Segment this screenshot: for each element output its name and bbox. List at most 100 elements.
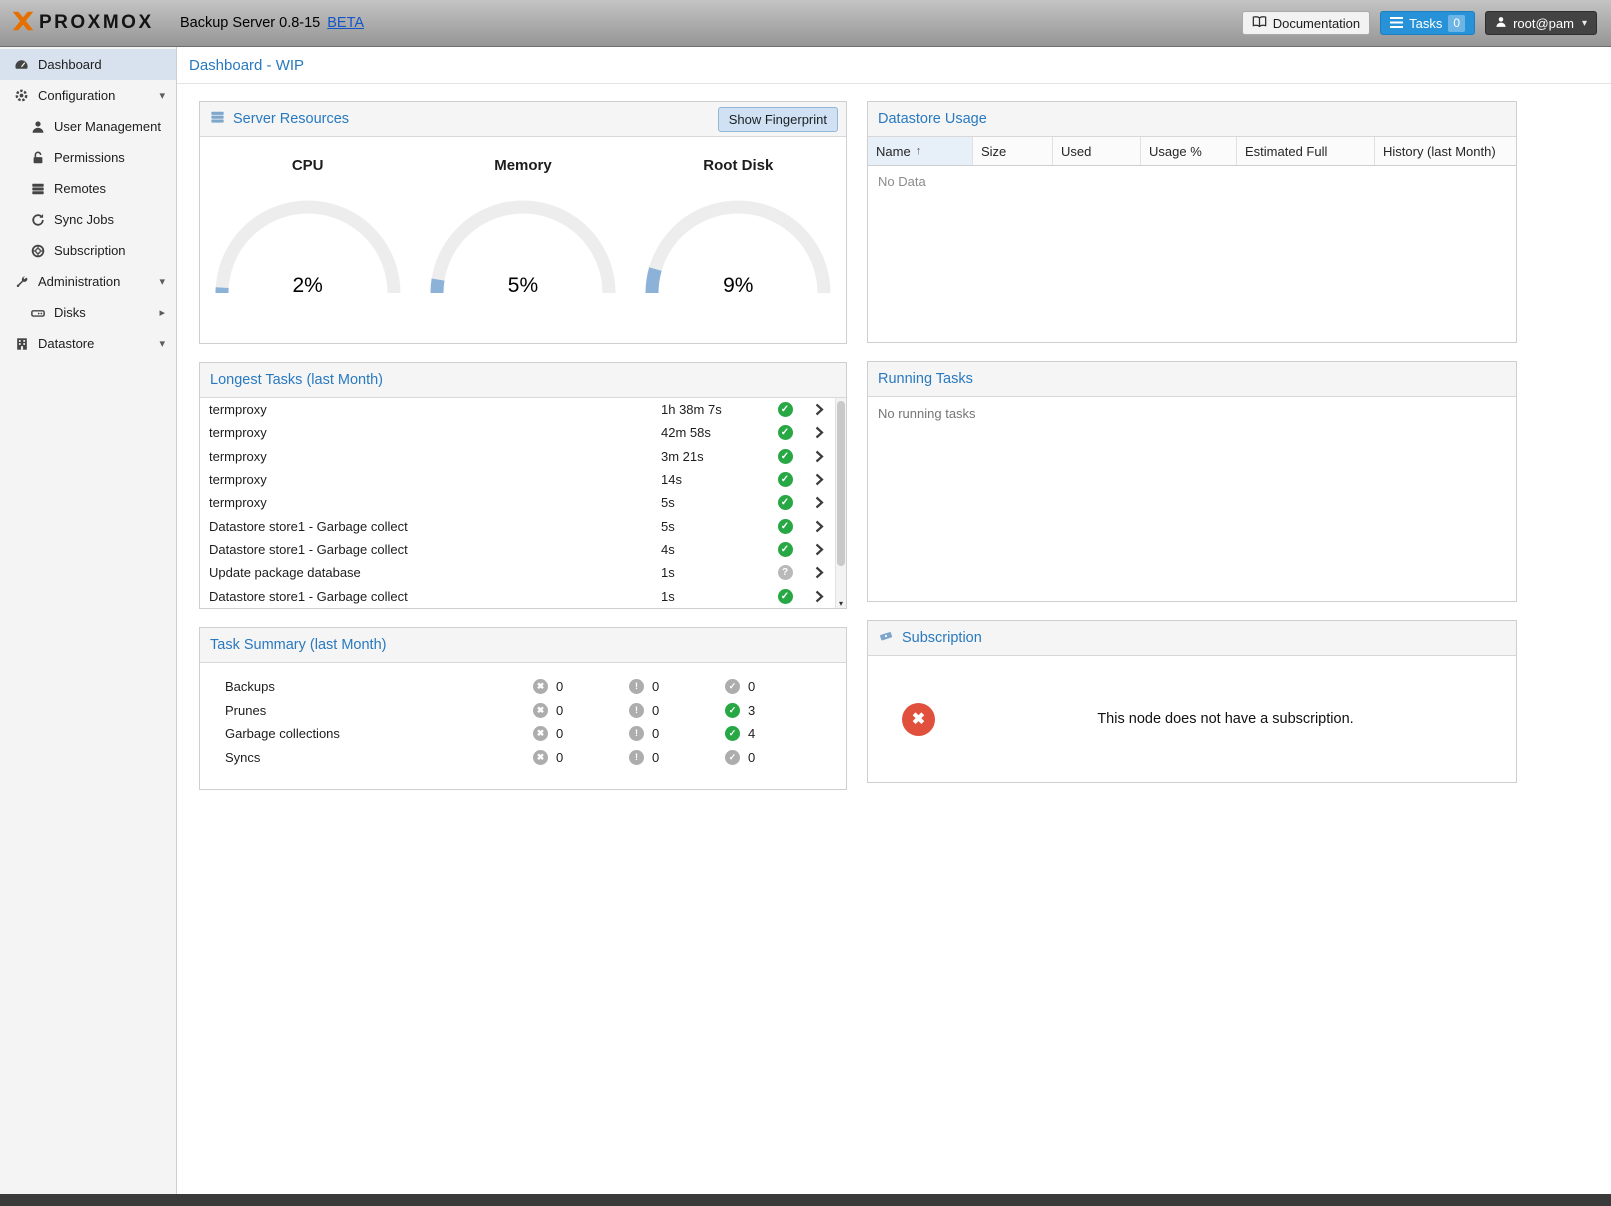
documentation-label: Documentation (1273, 16, 1360, 31)
chevron-down-icon[interactable]: ▾ (159, 89, 165, 102)
sidebar-item-configuration[interactable]: Configuration ▾ (0, 80, 176, 111)
task-status-icon: ✓ (778, 495, 793, 510)
documentation-button[interactable]: Documentation (1242, 11, 1370, 35)
chevron-right-icon[interactable] (803, 450, 835, 463)
task-summary-label: Garbage collections (200, 726, 533, 741)
beta-link[interactable]: BETA (327, 15, 364, 31)
panel-title: Datastore Usage (878, 111, 987, 127)
column-header-usage-percent[interactable]: Usage % (1141, 137, 1237, 165)
chevron-right-icon[interactable]: ▸ (159, 306, 165, 319)
gauge-label: Memory (428, 157, 618, 174)
sidebar-item-administration[interactable]: Administration ▾ (0, 266, 176, 297)
sidebar-item-label: Permissions (54, 150, 125, 165)
table-row[interactable]: Datastore store1 - Garbage collect 4s ✓ (200, 538, 835, 561)
task-summary-row: Prunes ✖0 !0 ✓3 (200, 699, 846, 723)
column-header-history[interactable]: History (last Month) (1375, 137, 1516, 165)
column-header-size[interactable]: Size (973, 137, 1053, 165)
table-row[interactable]: termproxy 1h 38m 7s ✓ (200, 398, 835, 421)
chevron-down-icon: ▾ (1582, 18, 1587, 29)
warning-icon: ! (629, 750, 644, 765)
gauge-value: 9% (643, 274, 833, 298)
task-summary-row: Backups ✖0 !0 ✓0 (200, 675, 846, 699)
server-resources-header: Server Resources Show Fingerprint (200, 102, 846, 137)
sidebar: Dashboard Configuration ▾ User Managemen… (0, 47, 177, 1194)
column-label: Size (981, 144, 1006, 159)
tasks-count-badge: 0 (1448, 15, 1465, 32)
proxmox-x-icon (10, 8, 36, 39)
error-icon: ✖ (533, 703, 548, 718)
longest-tasks-grid: termproxy 1h 38m 7s ✓ termproxy 42m 58s … (200, 398, 846, 608)
gears-icon (13, 88, 30, 103)
task-duration: 1h 38m 7s (661, 402, 767, 417)
tasks-button[interactable]: Tasks 0 (1380, 11, 1475, 35)
sidebar-item-user-management[interactable]: User Management (0, 111, 176, 142)
table-row[interactable]: termproxy 5s ✓ (200, 491, 835, 514)
subscription-message: This node does not have a subscription. (935, 711, 1516, 727)
subscription-header: Subscription (868, 621, 1516, 656)
chevron-right-icon[interactable] (803, 426, 835, 439)
table-row[interactable]: termproxy 42m 58s ✓ (200, 421, 835, 444)
column-header-used[interactable]: Used (1053, 137, 1141, 165)
panel-title: Longest Tasks (last Month) (210, 372, 383, 388)
error-icon: ✖ (533, 679, 548, 694)
task-summary-body: Backups ✖0 !0 ✓0 Prunes ✖0 !0 ✓3 Gar (200, 663, 846, 789)
gauge-label: Root Disk (643, 157, 833, 174)
sidebar-item-datastore[interactable]: Datastore ▾ (0, 328, 176, 359)
task-status-icon: ✓ (778, 589, 793, 604)
task-summary-label: Prunes (200, 703, 533, 718)
task-duration: 5s (661, 519, 767, 534)
task-duration: 1s (661, 589, 767, 604)
column-header-estimated-full[interactable]: Estimated Full (1237, 137, 1375, 165)
sidebar-item-label: Disks (54, 305, 86, 320)
table-row[interactable]: Update package database 1s ? (200, 561, 835, 584)
content-header: Dashboard - WIP (177, 47, 1611, 84)
show-fingerprint-button[interactable]: Show Fingerprint (718, 107, 838, 132)
scroll-down-arrow-icon[interactable]: ▾ (836, 599, 846, 608)
sidebar-item-remotes[interactable]: Remotes (0, 173, 176, 204)
sidebar-item-label: Configuration (38, 88, 115, 103)
chevron-right-icon[interactable] (803, 543, 835, 556)
wrench-icon (13, 275, 30, 289)
user-icon (29, 120, 46, 134)
ok-count: 4 (748, 726, 755, 741)
chevron-right-icon[interactable] (803, 473, 835, 486)
chevron-right-icon[interactable] (803, 566, 835, 579)
error-icon: ✖ (533, 750, 548, 765)
hdd-icon (29, 306, 46, 320)
panel-title: Subscription (902, 630, 982, 646)
task-status-icon: ? (778, 565, 793, 580)
user-label: root@pam (1513, 16, 1574, 31)
chevron-down-icon[interactable]: ▾ (159, 337, 165, 350)
task-summary-panel: Task Summary (last Month) Backups ✖0 !0 … (199, 627, 847, 790)
chevron-right-icon[interactable] (803, 590, 835, 603)
sidebar-item-disks[interactable]: Disks ▸ (0, 297, 176, 328)
main-content: Dashboard - WIP Server Resources Show Fi… (177, 47, 1611, 1194)
scrollbar-thumb[interactable] (837, 401, 845, 566)
sidebar-item-subscription[interactable]: Subscription (0, 235, 176, 266)
table-row[interactable]: termproxy 3m 21s ✓ (200, 445, 835, 468)
book-icon (1252, 15, 1267, 31)
refresh-icon (29, 213, 46, 227)
sidebar-item-dashboard[interactable]: Dashboard (0, 49, 176, 80)
sidebar-item-sync-jobs[interactable]: Sync Jobs (0, 204, 176, 235)
sidebar-item-permissions[interactable]: Permissions (0, 142, 176, 173)
column-label: Name (876, 144, 911, 159)
table-row[interactable]: termproxy 14s ✓ (200, 468, 835, 491)
sidebar-item-label: Subscription (54, 243, 126, 258)
column-label: Estimated Full (1245, 144, 1327, 159)
table-row[interactable]: Datastore store1 - Garbage collect 1s ✓ (200, 584, 835, 607)
chevron-right-icon[interactable] (803, 520, 835, 533)
longest-tasks-panel: Longest Tasks (last Month) termproxy 1h … (199, 362, 847, 609)
task-name: termproxy (200, 449, 661, 464)
chevron-right-icon[interactable] (803, 496, 835, 509)
column-label: Usage % (1149, 144, 1202, 159)
gauge-label: CPU (213, 157, 403, 174)
chevron-down-icon[interactable]: ▾ (159, 275, 165, 288)
scrollbar[interactable]: ▾ (835, 398, 846, 608)
column-header-name[interactable]: Name ↑ (868, 137, 973, 165)
chevron-right-icon[interactable] (803, 403, 835, 416)
sidebar-item-label: Remotes (54, 181, 106, 196)
table-row[interactable]: Datastore store1 - Garbage collect 5s ✓ (200, 514, 835, 537)
task-name: Datastore store1 - Garbage collect (200, 542, 661, 557)
user-menu-button[interactable]: root@pam ▾ (1485, 11, 1597, 35)
